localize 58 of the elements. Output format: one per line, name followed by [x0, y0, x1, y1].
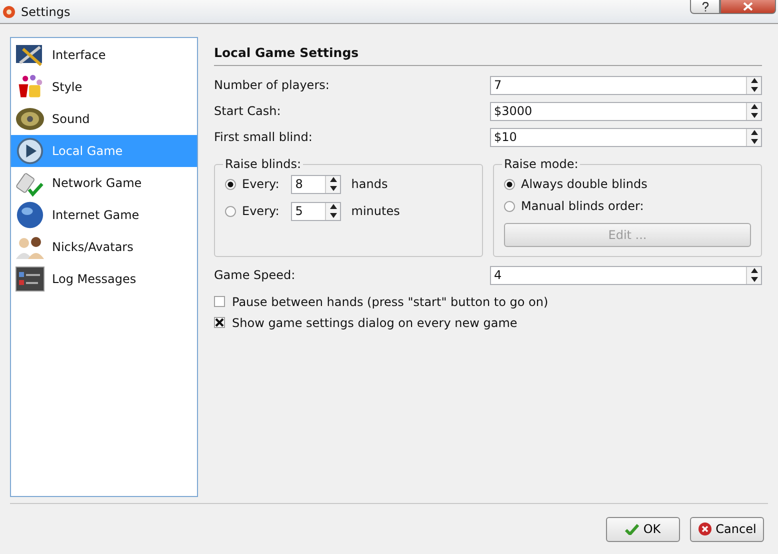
- category-item[interactable]: Internet Game: [11, 199, 197, 231]
- help-button[interactable]: [690, 0, 720, 14]
- field-label: Number of players:: [214, 78, 330, 92]
- category-item[interactable]: Interface: [11, 39, 197, 71]
- spin-field[interactable]: $10: [490, 128, 762, 146]
- up-arrow-icon[interactable]: [750, 268, 758, 274]
- globe-icon: [15, 201, 45, 229]
- checkbox-label: Pause between hands (press "start" button to go on): [232, 294, 548, 308]
- unit-label: hands: [351, 177, 388, 191]
- group-title: Raise mode:: [503, 157, 580, 171]
- play-icon: [15, 137, 45, 165]
- category-item[interactable]: Sound: [11, 103, 197, 135]
- spin-field[interactable]: 5: [291, 202, 342, 220]
- section-title: Local Game Settings: [214, 37, 762, 66]
- up-arrow-icon[interactable]: [750, 130, 758, 136]
- window-title: Settings: [21, 4, 70, 18]
- radio-button[interactable]: [504, 178, 515, 190]
- spin-field[interactable]: 8: [291, 174, 342, 194]
- ok-button[interactable]: OK: [606, 516, 680, 542]
- unit-label: minutes: [351, 204, 400, 218]
- cancel-icon: [698, 522, 712, 536]
- option-label: Manual blinds order:: [521, 199, 644, 213]
- spin-field[interactable]: 7: [490, 76, 762, 94]
- close-icon: [743, 2, 753, 11]
- down-arrow-icon[interactable]: [750, 112, 758, 118]
- question-mark-icon: [702, 2, 708, 12]
- down-arrow-icon[interactable]: [750, 276, 758, 282]
- radio-button[interactable]: [504, 200, 515, 212]
- field-label: Start Cash:: [214, 104, 281, 118]
- category-item[interactable]: Log Messages: [11, 263, 197, 295]
- log-window-icon: [15, 265, 45, 293]
- up-arrow-icon[interactable]: [330, 204, 337, 210]
- checkbox[interactable]: [214, 296, 225, 307]
- spin-field[interactable]: $3000: [490, 102, 762, 120]
- category-item[interactable]: Style: [11, 71, 197, 103]
- up-arrow-icon[interactable]: [750, 78, 758, 84]
- group-title: Raise blinds:: [224, 157, 302, 171]
- checkbox[interactable]: [214, 317, 225, 328]
- radio-button[interactable]: [225, 178, 236, 190]
- up-arrow-icon[interactable]: [750, 104, 758, 110]
- checkbox-label: Show game settings dialog on every new game: [232, 316, 518, 330]
- category-item[interactable]: Nicks/Avatars: [11, 231, 197, 263]
- close-button[interactable]: [720, 0, 776, 14]
- field-label: First small blind:: [214, 130, 312, 144]
- option-label: Every:: [242, 177, 280, 191]
- down-arrow-icon[interactable]: [750, 86, 758, 92]
- down-arrow-icon[interactable]: [750, 138, 758, 144]
- category-item[interactable]: Network Game: [11, 167, 197, 199]
- down-arrow-icon[interactable]: [330, 186, 337, 191]
- field-label: Game Speed:: [214, 268, 296, 282]
- cancel-button[interactable]: Cancel: [690, 516, 764, 542]
- radio-button[interactable]: [225, 206, 236, 216]
- option-label: Every:: [242, 204, 280, 218]
- option-label: Always double blinds: [521, 177, 648, 191]
- spin-field[interactable]: 4: [490, 266, 762, 284]
- up-arrow-icon[interactable]: [330, 177, 337, 182]
- down-arrow-icon[interactable]: [330, 212, 337, 218]
- checkmark-icon: [625, 524, 640, 534]
